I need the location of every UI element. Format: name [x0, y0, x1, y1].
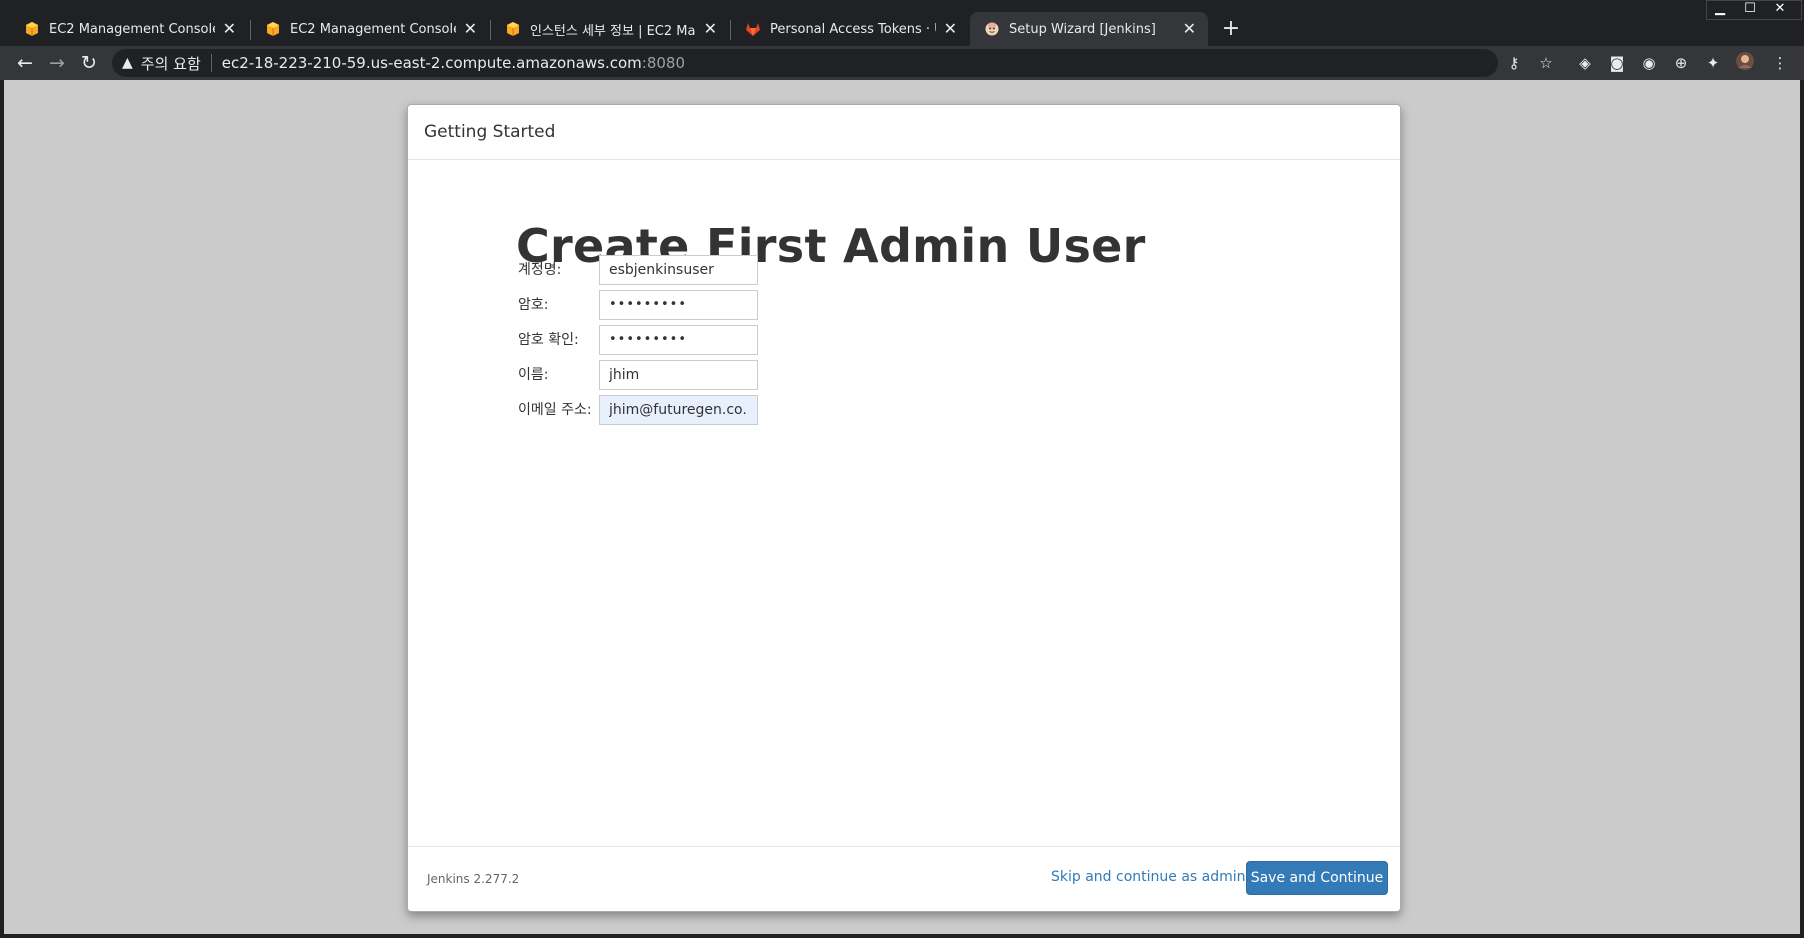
url-host: ec2-18-223-210-59.us-east-2.compute.amaz… — [221, 54, 642, 72]
warning-triangle-icon[interactable]: ▲ — [122, 55, 133, 71]
jenkins-icon — [984, 21, 1000, 37]
close-icon[interactable]: ✕ — [704, 21, 717, 37]
forward-arrow-icon[interactable]: → — [44, 50, 70, 76]
confirm-password-label: 암호 확인: — [518, 332, 579, 348]
aws-cube-icon — [265, 21, 281, 37]
back-arrow-icon[interactable]: ← — [12, 50, 38, 76]
fullname-field[interactable] — [599, 360, 758, 390]
tab-title: EC2 Management Console — [290, 21, 456, 37]
close-icon[interactable]: ✕ — [944, 21, 957, 37]
puzzle-extensions-icon[interactable]: ✦ — [1701, 51, 1725, 75]
browser-tab-1[interactable]: EC2 Management Console ✕ — [10, 12, 248, 46]
tab-title: Setup Wizard [Jenkins] — [1009, 21, 1156, 37]
security-status-label[interactable]: 주의 요함 — [141, 53, 201, 74]
tab-title: 인스턴스 세부 정보 | EC2 Manag — [530, 23, 696, 39]
browser-toolbar: ← → ↻ ▲ 주의 요함 ec2-18-223-210-59.us-east-… — [0, 46, 1804, 80]
browser-tab-2[interactable]: EC2 Management Console ✕ — [251, 12, 489, 46]
password-label: 암호: — [518, 297, 549, 313]
username-field[interactable] — [599, 255, 758, 285]
url-port: :8080 — [641, 54, 686, 72]
extension-blue-circle-icon[interactable]: ◉ — [1637, 51, 1661, 75]
jenkins-version: Jenkins 2.277.2 — [427, 872, 520, 886]
tab-title: Personal Access Tokens · User S — [770, 21, 936, 37]
setup-wizard-dialog: Getting Started Create First Admin User … — [407, 104, 1401, 912]
bookmark-star-icon[interactable]: ☆ — [1534, 51, 1558, 75]
username-label: 계정명: — [518, 262, 562, 278]
dialog-footer: Jenkins 2.277.2 Skip and continue as adm… — [408, 846, 1400, 911]
save-and-continue-button[interactable]: Save and Continue — [1246, 861, 1388, 895]
confirm-password-field[interactable]: ••••••••• — [599, 325, 758, 355]
reload-icon[interactable]: ↻ — [76, 50, 102, 76]
browser-tab-5[interactable]: Setup Wizard [Jenkins] ✕ — [970, 12, 1208, 46]
maximize-icon[interactable]: ☐ — [1736, 0, 1764, 20]
tab-strip: EC2 Management Console ✕ EC2 Management … — [0, 0, 1804, 46]
password-field[interactable]: ••••••••• — [599, 290, 758, 320]
globe-icon[interactable]: ⊕ — [1669, 51, 1693, 75]
email-field[interactable] — [599, 395, 758, 425]
key-icon[interactable]: ⚷ — [1502, 51, 1526, 75]
tab-title: EC2 Management Console — [49, 21, 215, 37]
close-icon[interactable]: ✕ — [1183, 21, 1196, 37]
address-bar[interactable]: ▲ 주의 요함 ec2-18-223-210-59.us-east-2.comp… — [112, 49, 1498, 77]
profile-avatar[interactable] — [1733, 51, 1757, 75]
browser-tab-3[interactable]: 인스턴스 세부 정보 | EC2 Manag ✕ — [491, 12, 729, 46]
close-icon[interactable]: ✕ — [223, 21, 236, 37]
camera-icon[interactable]: ◙ — [1605, 51, 1629, 75]
email-label: 이메일 주소: — [518, 402, 592, 418]
aws-cube-icon — [24, 21, 40, 37]
menu-kebab-icon[interactable]: ⋮ — [1768, 51, 1792, 75]
dialog-header: Getting Started — [408, 105, 1400, 160]
browser-tab-4[interactable]: Personal Access Tokens · User S ✕ — [731, 12, 969, 46]
page-viewport: Getting Started Create First Admin User … — [4, 80, 1800, 934]
close-icon[interactable]: ✕ — [464, 21, 477, 37]
gitlab-icon — [745, 21, 761, 37]
new-tab-button[interactable]: + — [1218, 16, 1244, 42]
dialog-header-title: Getting Started — [424, 122, 556, 142]
omnibox-divider — [210, 54, 212, 72]
skip-continue-as-admin-link[interactable]: Skip and continue as admin — [1051, 869, 1246, 885]
minimize-icon[interactable]: ▁ — [1706, 0, 1734, 20]
close-window-icon[interactable]: ✕ — [1766, 0, 1794, 20]
aws-cube-icon — [505, 21, 521, 37]
extension-shield-icon[interactable]: ◈ — [1573, 51, 1597, 75]
fullname-label: 이름: — [518, 367, 549, 383]
